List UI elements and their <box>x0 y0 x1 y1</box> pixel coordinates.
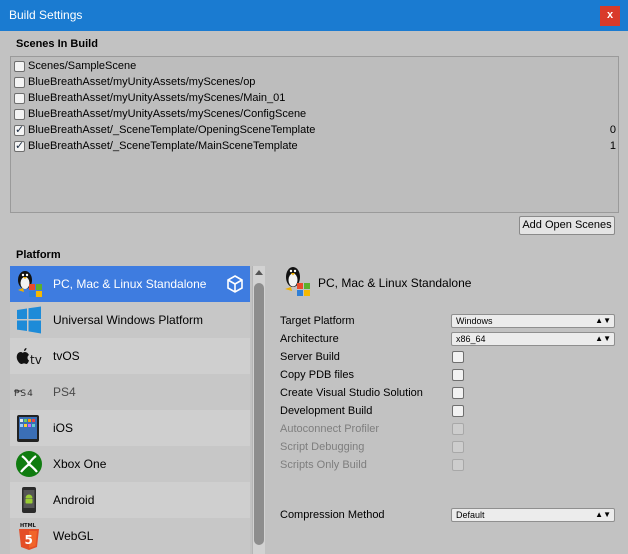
scene-index: 1 <box>609 140 616 152</box>
script-debugging-checkbox <box>452 441 464 453</box>
platform-label: Platform <box>16 249 61 261</box>
platform-list: PC, Mac & Linux Standalone Universal Win… <box>10 266 250 554</box>
compression-method-label: Compression Method <box>280 509 385 521</box>
target-platform-value: Windows <box>456 316 493 326</box>
copy-pdb-files-label: Copy PDB files <box>280 369 354 381</box>
scene-row[interactable]: BlueBreathAsset/_SceneTemplate/MainScene… <box>13 139 616 155</box>
architecture-label: Architecture <box>280 333 339 345</box>
scene-index: 0 <box>609 124 616 136</box>
platform-detail-title: PC, Mac & Linux Standalone <box>318 276 472 290</box>
platform-item-label: iOS <box>53 421 74 435</box>
server-build-label: Server Build <box>280 351 340 363</box>
scene-checkbox[interactable] <box>14 123 25 136</box>
copy-pdb-files-checkbox[interactable] <box>452 369 464 381</box>
svg-text:5: 5 <box>25 533 33 547</box>
architecture-value: x86_64 <box>456 334 486 344</box>
compression-method-value: Default <box>456 510 485 520</box>
pc-mac-linux-icon <box>18 271 42 297</box>
autoconnect-profiler-checkbox <box>452 423 464 435</box>
server-build-checkbox[interactable] <box>452 351 464 363</box>
platform-item-label: PS4 <box>53 385 76 399</box>
development-build-label: Development Build <box>280 405 373 417</box>
html5-icon: HTML 5 <box>19 523 39 550</box>
scene-name: BlueBreathAsset/myUnityAssets/myScenes/C… <box>28 108 307 120</box>
target-platform-label: Target Platform <box>280 315 355 327</box>
unity-logo-icon <box>227 275 243 293</box>
apple-tv-icon: tv <box>16 348 42 367</box>
scrollbar-thumb[interactable] <box>254 283 264 545</box>
ps4-logo-icon: PS4 <box>14 389 33 399</box>
autoconnect-profiler-label: Autoconnect Profiler <box>280 423 380 435</box>
scripts-only-build-label: Scripts Only Build <box>280 459 367 471</box>
scene-checkbox[interactable] <box>14 77 25 88</box>
add-open-scenes-button[interactable]: Add Open Scenes <box>519 216 615 235</box>
close-button[interactable]: x <box>600 6 620 26</box>
platform-item-webgl[interactable]: HTML 5 WebGL <box>10 518 250 554</box>
scene-row[interactable]: BlueBreathAsset/myUnityAssets/myScenes/C… <box>13 107 616 123</box>
platform-item-ios[interactable]: iOS <box>10 410 250 446</box>
window-title: Build Settings <box>9 8 83 22</box>
platform-item-android[interactable]: Android <box>10 482 250 518</box>
platform-item-label: Universal Windows Platform <box>53 313 204 327</box>
scenes-list: Scenes/SampleScene BlueBreathAsset/myUni… <box>10 56 619 213</box>
create-vs-solution-label: Create Visual Studio Solution <box>280 387 423 399</box>
dropdown-arrows-icon: ▲▼ <box>595 510 611 519</box>
title-bar: Build Settings x <box>0 0 628 31</box>
scripts-only-build-checkbox <box>452 459 464 471</box>
scroll-up-arrow-icon[interactable] <box>255 270 263 275</box>
script-debugging-label: Script Debugging <box>280 441 365 453</box>
scene-name: BlueBreathAsset/_SceneTemplate/MainScene… <box>28 140 298 152</box>
platform-item-xbox-one[interactable]: Xbox One <box>10 446 250 482</box>
architecture-dropdown[interactable]: x86_64 ▲▼ <box>451 332 615 346</box>
target-platform-dropdown[interactable]: Windows ▲▼ <box>451 314 615 328</box>
scene-name: BlueBreathAsset/myUnityAssets/myScenes/M… <box>28 92 286 104</box>
compression-method-dropdown[interactable]: Default ▲▼ <box>451 508 615 522</box>
development-build-checkbox[interactable] <box>452 405 464 417</box>
xbox-logo-icon <box>16 451 42 477</box>
platform-item-label: Android <box>53 493 95 507</box>
scene-name: BlueBreathAsset/_SceneTemplate/OpeningSc… <box>28 124 316 136</box>
scenes-in-build-label: Scenes In Build <box>16 38 98 50</box>
scene-row[interactable]: BlueBreathAsset/myUnityAssets/myScenes/M… <box>13 91 616 107</box>
svg-text:HTML: HTML <box>20 523 37 529</box>
pc-mac-linux-icon <box>285 267 310 296</box>
scene-checkbox[interactable] <box>14 139 25 152</box>
scene-row[interactable]: BlueBreathAsset/myUnityAssets/myScenes/o… <box>13 75 616 91</box>
platform-item-label: Xbox One <box>53 457 107 471</box>
dropdown-arrows-icon: ▲▼ <box>595 316 611 325</box>
windows-logo-icon <box>17 306 41 334</box>
scene-row[interactable]: BlueBreathAsset/_SceneTemplate/OpeningSc… <box>13 123 616 139</box>
scene-checkbox[interactable] <box>14 93 25 104</box>
scene-name: BlueBreathAsset/myUnityAssets/myScenes/o… <box>28 76 256 88</box>
svg-text:tv: tv <box>30 353 42 367</box>
platform-item-tvos[interactable]: tv tvOS <box>10 338 250 374</box>
platform-item-label: PC, Mac & Linux Standalone <box>53 277 207 291</box>
platform-item-ps4[interactable]: PS4 PS4 <box>10 374 250 410</box>
ipad-icon <box>17 415 39 442</box>
platform-scrollbar[interactable] <box>252 266 265 554</box>
platform-item-label: tvOS <box>53 349 80 363</box>
platform-item-uwp[interactable]: Universal Windows Platform <box>10 302 250 338</box>
scene-checkbox[interactable] <box>14 61 25 72</box>
create-vs-solution-checkbox[interactable] <box>452 387 464 399</box>
scene-row[interactable]: Scenes/SampleScene <box>13 59 616 75</box>
platform-item-standalone[interactable]: PC, Mac & Linux Standalone <box>10 266 250 302</box>
dropdown-arrows-icon: ▲▼ <box>595 334 611 343</box>
platform-item-label: WebGL <box>53 529 94 543</box>
scene-checkbox[interactable] <box>14 109 25 120</box>
scene-name: Scenes/SampleScene <box>28 60 137 72</box>
android-phone-icon <box>22 487 36 513</box>
